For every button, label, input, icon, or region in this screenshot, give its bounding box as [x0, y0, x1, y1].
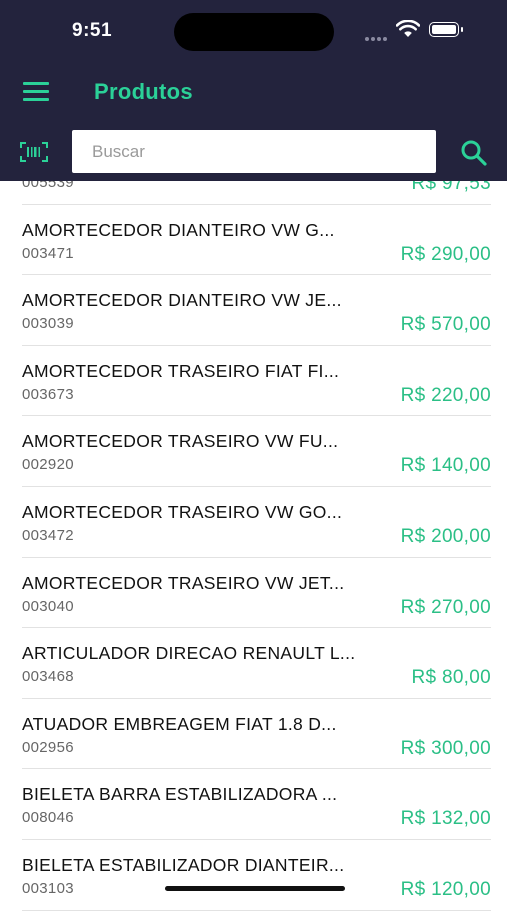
product-code: 003472 — [22, 526, 74, 544]
search-icon[interactable] — [460, 139, 488, 167]
product-row[interactable]: ATUADOR EMBREAGEM FIAT 1.8 D... 002956 R… — [22, 699, 491, 770]
product-price: R$ 270,00 — [400, 596, 491, 618]
product-row[interactable]: BIELETA BARRA ESTABILIZADORA ... 008046 … — [22, 769, 491, 840]
product-price: R$ 132,00 — [400, 808, 491, 830]
product-name: BIELETA ESTABILIZADOR DIANTEIR... — [22, 854, 345, 875]
product-row[interactable]: AMORTECEDOR TRASEIRO FIAT FI... 003673 R… — [22, 346, 491, 417]
battery-icon — [429, 22, 463, 37]
product-price: R$ 80,00 — [411, 667, 491, 689]
product-name: AMORTECEDOR TRASEIRO VW GO... — [22, 501, 343, 522]
product-price: R$ 200,00 — [400, 525, 491, 547]
product-price: R$ 140,00 — [400, 455, 491, 477]
status-time: 9:51 — [72, 20, 113, 41]
product-code: 002920 — [22, 456, 74, 474]
product-row[interactable]: ARTICULADOR DIRECAO RENAULT L... 003468 … — [22, 628, 491, 699]
product-row[interactable]: AMORTECEDOR TRASEIRO VW JET... 003040 R$… — [22, 558, 491, 629]
product-code: 003468 — [22, 668, 74, 686]
product-price: R$ 300,00 — [400, 737, 491, 759]
home-indicator[interactable] — [165, 886, 345, 891]
product-list: 005539 R$ 97,53 AMORTECEDOR DIANTEIRO VW… — [0, 134, 507, 911]
product-code: 002956 — [22, 738, 74, 756]
product-row[interactable]: AMORTECEDOR TRASEIRO VW FU... 002920 R$ … — [22, 416, 491, 487]
product-price: R$ 570,00 — [400, 314, 491, 336]
product-price: R$ 220,00 — [400, 384, 491, 406]
product-row[interactable]: AMORTECEDOR DIANTEIRO VW G... 003471 R$ … — [22, 205, 491, 276]
product-name: AMORTECEDOR DIANTEIRO VW G... — [22, 219, 335, 240]
search-input[interactable] — [72, 130, 436, 173]
product-name: ARTICULADOR DIRECAO RENAULT L... — [22, 643, 356, 664]
product-code: 003040 — [22, 597, 74, 615]
dynamic-island — [174, 13, 334, 51]
product-name: AMORTECEDOR TRASEIRO FIAT FI... — [22, 360, 340, 381]
product-price: R$ 290,00 — [400, 243, 491, 265]
product-code: 003103 — [22, 879, 74, 897]
hamburger-menu-icon[interactable] — [23, 82, 49, 102]
wifi-icon — [396, 20, 420, 37]
page-title: Produtos — [94, 79, 193, 104]
product-name: AMORTECEDOR DIANTEIRO VW JE... — [22, 290, 342, 311]
product-code: 008046 — [22, 809, 74, 827]
product-code: 003673 — [22, 385, 74, 403]
product-name: AMORTECEDOR TRASEIRO VW FU... — [22, 431, 339, 452]
product-name: AMORTECEDOR TRASEIRO VW JET... — [22, 572, 345, 593]
product-code: 003471 — [22, 244, 74, 262]
product-code: 003039 — [22, 315, 74, 333]
barcode-scan-icon[interactable] — [20, 142, 48, 162]
product-row[interactable]: AMORTECEDOR DIANTEIRO VW JE... 003039 R$… — [22, 275, 491, 346]
cellular-signal-icon — [365, 28, 389, 46]
product-price: R$ 120,00 — [400, 878, 491, 900]
product-name: BIELETA BARRA ESTABILIZADORA ... — [22, 784, 338, 805]
product-row[interactable]: AMORTECEDOR TRASEIRO VW GO... 003472 R$ … — [22, 487, 491, 558]
app-header: 9:51 Produtos — [0, 0, 507, 181]
product-name: ATUADOR EMBREAGEM FIAT 1.8 D... — [22, 713, 337, 734]
